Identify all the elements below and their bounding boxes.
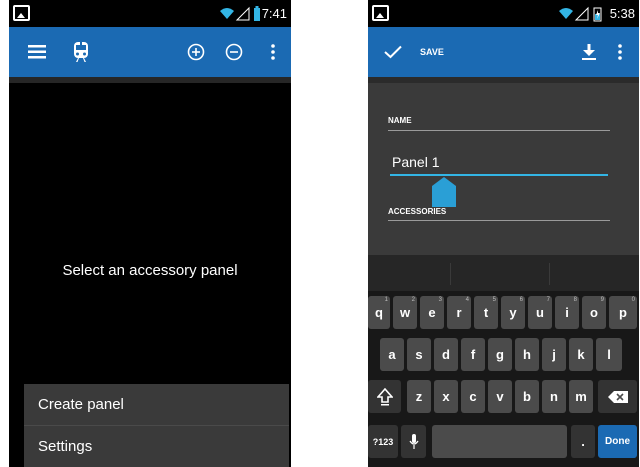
overflow-icon[interactable] xyxy=(261,27,285,77)
key-q[interactable]: q1 xyxy=(368,296,390,329)
key-a[interactable]: a xyxy=(380,338,404,371)
key-v[interactable]: v xyxy=(488,380,512,413)
status-time: 5:38 xyxy=(609,6,635,21)
name-section-divider xyxy=(388,130,610,131)
voice-input-key[interactable] xyxy=(401,425,426,458)
status-bar: 5:38 xyxy=(368,0,639,27)
key-d[interactable]: d xyxy=(434,338,458,371)
backspace-icon xyxy=(607,390,628,403)
left-screen: 7:41 Select an accessory panel Create pa… xyxy=(9,0,291,467)
key-x[interactable]: x xyxy=(434,380,458,413)
add-circle-icon[interactable] xyxy=(179,27,213,77)
key-o[interactable]: o9 xyxy=(582,296,606,329)
status-time: 7:41 xyxy=(261,6,287,21)
right-screen: 5:38 SAVE NAME Panel 1 ACCESSORIES q1 w … xyxy=(368,0,639,467)
key-l[interactable]: l xyxy=(596,338,622,371)
key-k[interactable]: k xyxy=(569,338,593,371)
key-m[interactable]: m xyxy=(569,380,593,413)
overflow-icon[interactable] xyxy=(608,27,632,77)
key-y[interactable]: y6 xyxy=(501,296,525,329)
key-g[interactable]: g xyxy=(488,338,512,371)
name-input[interactable]: Panel 1 xyxy=(392,154,439,170)
image-notification-icon xyxy=(372,5,389,21)
battery-icon xyxy=(254,6,260,21)
save-button[interactable]: SAVE xyxy=(384,27,454,77)
image-notification-icon xyxy=(13,5,30,21)
save-label: SAVE xyxy=(420,47,444,57)
key-s[interactable]: s xyxy=(407,338,431,371)
wifi-signal-icon xyxy=(559,6,589,21)
accessories-section-divider xyxy=(388,220,610,221)
battery-charging-icon xyxy=(593,7,602,22)
text-cursor-handle[interactable] xyxy=(432,177,456,207)
done-key[interactable]: Done xyxy=(598,425,637,458)
action-bar-shadow xyxy=(368,77,639,83)
menu-item-settings[interactable]: Settings xyxy=(24,426,289,467)
key-z[interactable]: z xyxy=(407,380,431,413)
key-t[interactable]: t5 xyxy=(474,296,498,329)
download-icon[interactable] xyxy=(574,27,604,77)
edit-panel-form: NAME Panel 1 ACCESSORIES xyxy=(368,77,639,255)
key-h[interactable]: h xyxy=(515,338,539,371)
name-label: NAME xyxy=(388,116,412,125)
menu-icon[interactable] xyxy=(19,27,55,77)
action-bar-shadow xyxy=(9,77,291,83)
key-r[interactable]: r4 xyxy=(447,296,471,329)
key-p[interactable]: p0 xyxy=(609,296,637,329)
train-icon[interactable] xyxy=(64,27,98,77)
key-i[interactable]: i8 xyxy=(555,296,579,329)
remove-circle-icon[interactable] xyxy=(217,27,251,77)
backspace-key[interactable] xyxy=(598,380,637,413)
shift-icon xyxy=(376,387,393,405)
period-key[interactable]: . xyxy=(571,425,595,458)
symbols-key[interactable]: ?123 xyxy=(368,425,398,458)
key-j[interactable]: j xyxy=(542,338,566,371)
status-bar: 7:41 xyxy=(9,0,291,27)
suggestion-strip xyxy=(368,255,639,291)
name-input-underline xyxy=(390,174,608,176)
key-f[interactable]: f xyxy=(461,338,485,371)
microphone-icon xyxy=(408,433,419,449)
accessories-label: ACCESSORIES xyxy=(388,207,447,216)
soft-keyboard: q1 w2 e3 r4 t5 y6 u7 i8 o9 p0 a s d f g … xyxy=(368,255,639,467)
action-bar: SAVE xyxy=(368,27,639,77)
key-u[interactable]: u7 xyxy=(528,296,552,329)
key-n[interactable]: n xyxy=(542,380,566,413)
overflow-menu: Create panel Settings xyxy=(24,384,289,467)
key-b[interactable]: b xyxy=(515,380,539,413)
key-w[interactable]: w2 xyxy=(393,296,417,329)
menu-item-create-panel[interactable]: Create panel xyxy=(24,384,289,425)
key-e[interactable]: e3 xyxy=(420,296,444,329)
key-c[interactable]: c xyxy=(461,380,485,413)
spacebar-key[interactable] xyxy=(432,425,567,458)
action-bar xyxy=(9,27,291,77)
empty-message: Select an accessory panel xyxy=(62,262,238,279)
shift-key[interactable] xyxy=(368,380,401,413)
check-icon xyxy=(384,45,402,59)
